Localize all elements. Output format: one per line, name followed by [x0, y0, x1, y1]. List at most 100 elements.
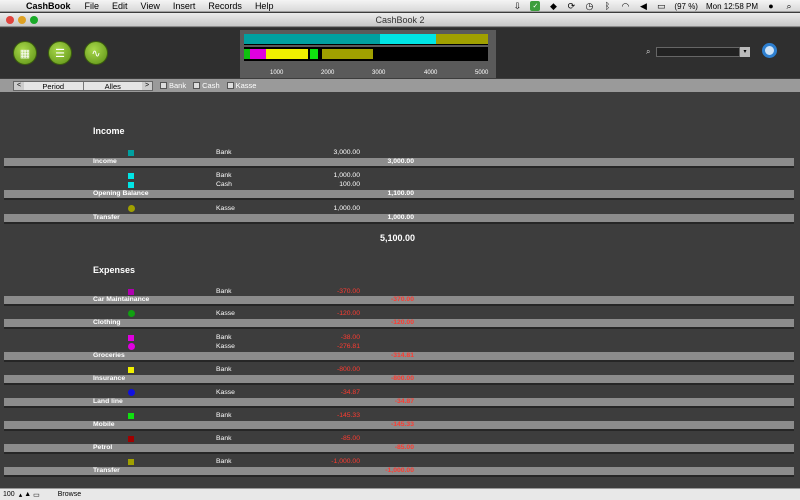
category-label: Opening Balance — [93, 190, 149, 197]
checkbox-icon[interactable] — [160, 82, 167, 89]
tag-icon[interactable]: ◆ — [548, 1, 558, 11]
category-total-row[interactable]: Opening Balance 1,100.00 — [4, 190, 794, 198]
category-total-row[interactable]: Income 3,000.00 — [4, 158, 794, 166]
filter-kasse-label: Kasse — [235, 81, 257, 90]
row-account: Bank — [216, 288, 232, 295]
category-total-row[interactable]: Transfer 1,000.00 — [4, 214, 794, 222]
category-total: 1,100.00 — [387, 190, 414, 197]
menu-clock[interactable]: Mon 12:58 PM — [706, 2, 758, 11]
filter-kasse-checkbox[interactable]: Kasse — [226, 81, 257, 90]
category-color-icon — [128, 343, 135, 350]
menu-app-name[interactable]: CashBook — [26, 1, 71, 11]
divider — [4, 166, 794, 168]
chart-tick: 1000 — [270, 70, 284, 76]
filter-bank-label: Bank — [169, 81, 187, 90]
table-view-button[interactable]: ▦ — [13, 41, 37, 65]
row-amount: -370.00 — [336, 288, 360, 295]
row-amount: -120.00 — [336, 310, 360, 317]
category-total: -145.33 — [390, 421, 414, 428]
filter-bank-checkbox[interactable]: Bank — [160, 81, 186, 90]
category-total-row[interactable]: Clothing -120.00 — [4, 319, 794, 327]
category-total-row[interactable]: Car Maintainance -370.00 — [4, 296, 794, 304]
menu-edit[interactable]: Edit — [112, 1, 128, 11]
row-account: Bank — [216, 172, 232, 179]
category-color-icon — [128, 436, 134, 442]
chart-bar-bank — [244, 34, 380, 44]
bluetooth-icon[interactable]: ᛒ — [602, 1, 612, 11]
category-total-row[interactable]: Land line -34.87 — [4, 398, 794, 406]
zoom-in-icon[interactable]: ▲ — [24, 491, 31, 498]
chart-tick: 5000 — [475, 70, 489, 76]
next-period-icon[interactable]: > — [142, 81, 152, 90]
graph-view-button[interactable]: ∿ — [84, 41, 108, 65]
cash-color-icon — [128, 173, 134, 179]
menu-records[interactable]: Records — [208, 1, 242, 11]
spotlight-icon[interactable]: ⌕ — [784, 1, 794, 11]
chart-bar-exp-4 — [310, 49, 318, 59]
search-input[interactable] — [656, 46, 740, 57]
filter-cash-label: Cash — [202, 81, 220, 90]
search-dropdown-icon[interactable]: ▾ — [740, 46, 750, 57]
chart-tick: 3000 — [372, 70, 386, 76]
report-view-button[interactable]: ☰ — [48, 41, 72, 65]
settings-gear-icon[interactable] — [762, 43, 777, 58]
time-machine-icon[interactable]: ◷ — [584, 1, 594, 11]
chart-bar-exp-3 — [266, 49, 308, 59]
layout-toggle-icon[interactable]: ▭ — [33, 491, 40, 499]
zoom-level[interactable]: 100 — [3, 491, 15, 498]
menu-view[interactable]: View — [141, 1, 160, 11]
row-account: Bank — [216, 334, 232, 341]
category-total: -120.00 — [390, 319, 414, 326]
period-value[interactable]: Alles — [84, 82, 143, 91]
menu-help[interactable]: Help — [255, 1, 274, 11]
mode-label[interactable]: Browse — [58, 491, 81, 498]
previous-period-icon[interactable]: < — [14, 81, 24, 90]
category-total-row[interactable]: Transfer -1,000.00 — [4, 467, 794, 475]
income-section-title: Income — [93, 126, 125, 136]
filter-cash-checkbox[interactable]: Cash — [193, 81, 220, 90]
download-status-icon[interactable]: ⇩ — [512, 1, 522, 11]
category-total-row[interactable]: Insurance -800.00 — [4, 375, 794, 383]
row-amount: -800.00 — [336, 366, 360, 373]
category-total-row[interactable]: Groceries -314.81 — [4, 352, 794, 360]
divider — [4, 360, 794, 362]
row-account: Kasse — [216, 389, 235, 396]
category-total: -314.81 — [390, 352, 414, 359]
window-title: CashBook 2 — [375, 15, 425, 25]
row-amount: -38.00 — [340, 334, 360, 341]
user-icon[interactable]: ● — [766, 1, 776, 11]
category-total: -370.00 — [390, 296, 414, 303]
category-color-icon — [128, 459, 134, 465]
category-label: Car Maintainance — [93, 296, 150, 303]
category-label: Petrol — [93, 444, 113, 451]
battery-icon[interactable]: ▭ — [656, 1, 666, 11]
divider — [4, 406, 794, 408]
checkbox-icon[interactable] — [226, 82, 234, 89]
row-account: Bank — [216, 366, 232, 373]
divider — [4, 429, 794, 431]
row-amount: 1,000.00 — [333, 205, 360, 212]
wifi-icon[interactable]: ◠ — [620, 1, 630, 11]
row-account: Bank — [216, 458, 232, 465]
volume-icon[interactable]: ◀ — [638, 1, 648, 11]
sync-icon[interactable]: ⟳ — [566, 1, 576, 11]
balance-chart: 1000 2000 3000 4000 5000 — [240, 30, 496, 78]
row-account: Kasse — [216, 205, 235, 212]
expenses-section-title: Expenses — [93, 265, 136, 275]
divider — [4, 198, 794, 200]
divider — [4, 452, 794, 454]
category-color-icon — [128, 310, 135, 317]
row-amount: 3,000.00 — [333, 149, 360, 156]
row-amount: -276.81 — [336, 343, 360, 350]
menu-insert[interactable]: Insert — [173, 1, 196, 11]
checkbox-icon[interactable] — [193, 82, 201, 89]
app-status-icon[interactable]: ✓ — [530, 1, 541, 11]
category-total: 1,000.00 — [387, 214, 414, 221]
menu-file[interactable]: File — [85, 1, 100, 11]
category-total-row[interactable]: Petrol -85.00 — [4, 444, 794, 452]
zoom-out-icon[interactable]: ▴ — [19, 491, 23, 499]
category-total-row[interactable]: Mobile -145.33 — [4, 421, 794, 429]
divider — [4, 304, 794, 306]
window-titlebar[interactable]: CashBook 2 — [0, 13, 800, 27]
graph-icon: ∿ — [91, 47, 101, 60]
